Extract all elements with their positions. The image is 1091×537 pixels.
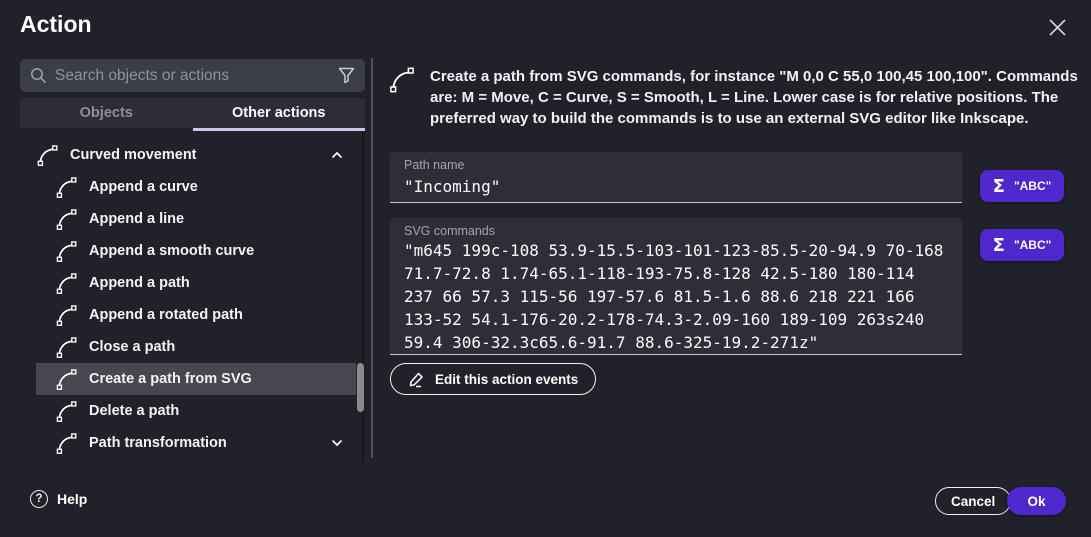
sigma-icon: Σ xyxy=(993,235,1005,256)
list-item-label: Append a path xyxy=(89,275,190,291)
list-item-label: Path transformation xyxy=(89,435,227,451)
svg-commands-field[interactable]: SVG commands "m645 199c-108 53.9-15.5-10… xyxy=(390,218,962,355)
chevron-up-icon xyxy=(330,148,344,162)
filter-icon[interactable] xyxy=(338,67,355,84)
list-item-label: Delete a path xyxy=(89,403,179,419)
curve-icon xyxy=(36,144,59,167)
group-label: Curved movement xyxy=(70,147,197,163)
curve-icon xyxy=(388,66,416,94)
path-name-field[interactable]: Path name "Incoming" xyxy=(390,152,962,203)
svg-commands-label: SVG commands xyxy=(404,224,948,239)
chevron-down-icon xyxy=(330,436,344,450)
list-item[interactable]: Append a smooth curve xyxy=(36,235,356,267)
curve-icon xyxy=(55,272,78,295)
search-icon xyxy=(30,67,47,84)
curve-icon xyxy=(55,336,78,359)
close-icon xyxy=(1048,18,1067,37)
expression-builder-button-path-name[interactable]: Σ "ABC" xyxy=(980,170,1064,202)
abc-label: "ABC" xyxy=(1014,238,1051,252)
help-icon-glyph: ? xyxy=(35,493,42,505)
curve-icon xyxy=(55,240,78,263)
actions-list: Curved movement Append a curve Append a … xyxy=(36,139,356,459)
list-item[interactable]: Delete a path xyxy=(36,395,356,427)
ok-button[interactable]: Ok xyxy=(1007,487,1066,515)
list-item[interactable]: Append a path xyxy=(36,267,356,299)
tab-objects-label: Objects xyxy=(80,105,133,121)
list-item-selected[interactable]: Create a path from SVG xyxy=(36,363,356,395)
curve-icon xyxy=(55,208,78,231)
tab-other-actions[interactable]: Other actions xyxy=(193,98,366,128)
search-box[interactable] xyxy=(20,59,365,92)
list-item-label: Append a rotated path xyxy=(89,307,243,323)
pencil-icon xyxy=(408,371,425,388)
list-item-label: Create a path from SVG xyxy=(89,371,252,387)
tab-objects[interactable]: Objects xyxy=(20,98,193,128)
list-item[interactable]: Close a path xyxy=(36,331,356,363)
cancel-button[interactable]: Cancel xyxy=(935,487,1011,515)
expression-builder-button-svg-commands[interactable]: Σ "ABC" xyxy=(980,229,1064,261)
help-icon: ? xyxy=(30,490,48,508)
edit-action-events-button[interactable]: Edit this action events xyxy=(390,363,596,395)
list-item-label: Append a curve xyxy=(89,179,198,195)
action-description: Create a path from SVG commands, for ins… xyxy=(430,66,1088,129)
list-group-curved-movement[interactable]: Curved movement xyxy=(36,139,356,171)
svg-commands-value[interactable]: "m645 199c-108 53.9-15.5-103-101-123-85.… xyxy=(404,239,948,354)
curve-icon xyxy=(55,432,78,455)
scrollbar-track[interactable] xyxy=(362,132,364,462)
curve-icon xyxy=(55,400,78,423)
scrollbar-thumb[interactable] xyxy=(357,363,364,412)
page-title: Action xyxy=(20,11,92,38)
tab-bar: Objects Other actions xyxy=(20,98,365,128)
list-item-label: Append a smooth curve xyxy=(89,243,254,259)
path-name-label: Path name xyxy=(404,158,948,173)
edit-action-events-label: Edit this action events xyxy=(435,372,578,387)
list-item-label: Append a line xyxy=(89,211,184,227)
list-item[interactable]: Append a line xyxy=(36,203,356,235)
curve-icon xyxy=(55,176,78,199)
tab-other-actions-label: Other actions xyxy=(232,105,325,121)
help-label: Help xyxy=(57,491,87,507)
list-item[interactable]: Append a rotated path xyxy=(36,299,356,331)
list-item[interactable]: Append a curve xyxy=(36,171,356,203)
curve-icon xyxy=(55,304,78,327)
help-button[interactable]: ? Help xyxy=(30,490,87,508)
panel-divider xyxy=(371,58,373,458)
curve-icon xyxy=(55,368,78,391)
abc-label: "ABC" xyxy=(1014,179,1051,193)
path-name-value[interactable]: "Incoming" xyxy=(404,173,948,200)
sigma-icon: Σ xyxy=(993,176,1005,197)
close-button[interactable] xyxy=(1045,15,1069,39)
list-item-label: Close a path xyxy=(89,339,175,355)
search-input[interactable] xyxy=(55,67,338,85)
list-group-path-transformation[interactable]: Path transformation xyxy=(36,427,356,459)
